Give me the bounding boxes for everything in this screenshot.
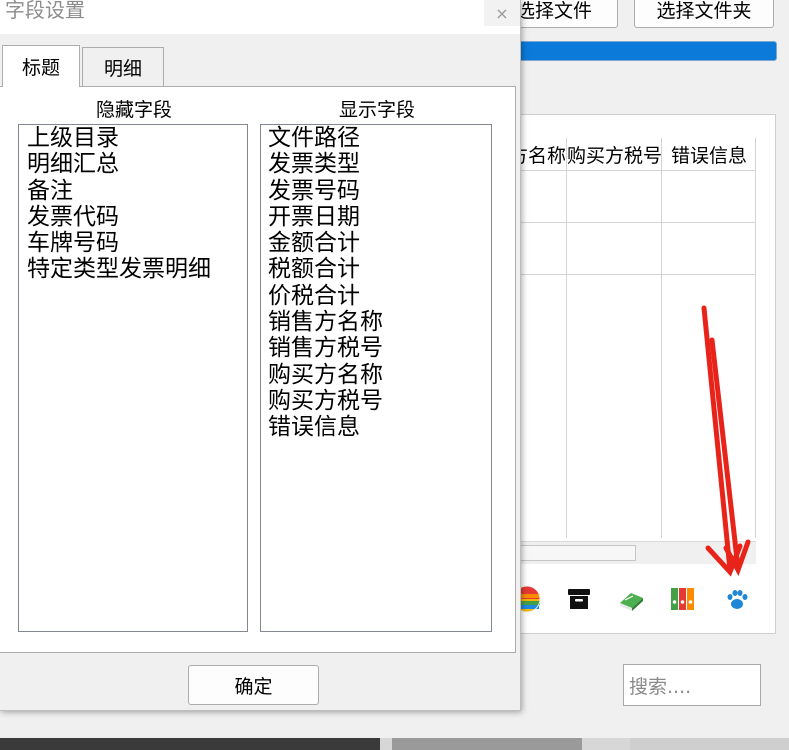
list-item[interactable]: 备注	[19, 178, 247, 204]
hidden-fields-title: 隐藏字段	[95, 99, 172, 121]
row-divider	[480, 222, 756, 223]
list-item[interactable]: 发票代码	[19, 204, 247, 230]
search-placeholder: 搜索....	[629, 675, 692, 698]
list-item[interactable]: 税额合计	[261, 256, 491, 282]
tab-detail[interactable]: 明细	[82, 47, 164, 87]
shown-fields-title: 显示字段	[338, 99, 415, 121]
list-item[interactable]: 购买方税号	[261, 388, 491, 414]
row-divider	[480, 170, 756, 171]
annotation-arrows	[701, 305, 751, 577]
ok-button[interactable]: 确定	[188, 665, 319, 705]
list-item[interactable]: 上级目录	[19, 125, 247, 151]
list-item[interactable]: 发票类型	[261, 151, 491, 177]
dialog-title: 字段设置	[5, 0, 85, 22]
close-icon[interactable]: ×	[484, 0, 520, 26]
row-divider	[480, 274, 756, 275]
list-item[interactable]: 特定类型发票明细	[19, 256, 247, 282]
list-item[interactable]: 发票号码	[261, 178, 491, 204]
column-divider	[661, 138, 662, 538]
progress-bar	[480, 41, 777, 61]
list-item[interactable]: 错误信息	[261, 414, 491, 440]
hidden-fields-list[interactable]: 上级目录 明细汇总 备注 发票代码 车牌号码 特定类型发票明细	[18, 124, 248, 632]
list-item[interactable]: 金额合计	[261, 230, 491, 256]
dialog-title-bar[interactable]: 字段设置 ×	[0, 0, 520, 34]
list-item[interactable]: 销售方名称	[261, 309, 491, 335]
list-item[interactable]: 购买方名称	[261, 362, 491, 388]
list-item[interactable]: 开票日期	[261, 204, 491, 230]
list-item[interactable]: 文件路径	[261, 125, 491, 151]
column-header-error-info[interactable]: 错误信息	[662, 138, 756, 171]
book-icon[interactable]	[616, 584, 646, 614]
list-item[interactable]: 价税合计	[261, 283, 491, 309]
tab-title[interactable]: 标题	[2, 45, 80, 87]
search-input[interactable]: 搜索....	[623, 664, 761, 706]
list-item[interactable]: 明细汇总	[19, 151, 247, 177]
list-item[interactable]: 车牌号码	[19, 230, 247, 256]
archive-box-icon[interactable]	[564, 584, 594, 614]
shown-fields-list[interactable]: 文件路径 发票类型 发票号码 开票日期 金额合计 税额合计 价税合计 销售方名称 销售方税号 购买…	[260, 124, 492, 632]
list-item[interactable]: 销售方税号	[261, 335, 491, 361]
select-folder-button[interactable]: 选择文件夹	[634, 0, 774, 28]
column-divider	[566, 138, 567, 538]
field-settings-dialog: 字段设置 × 标题 明细 隐藏字段 显示字段 上级目录 明细汇总 备注 发票代码 车牌号…	[0, 0, 521, 711]
column-header-buyer-tax-id[interactable]: 购买方税号	[567, 138, 661, 171]
taskbar-strip	[0, 738, 789, 750]
